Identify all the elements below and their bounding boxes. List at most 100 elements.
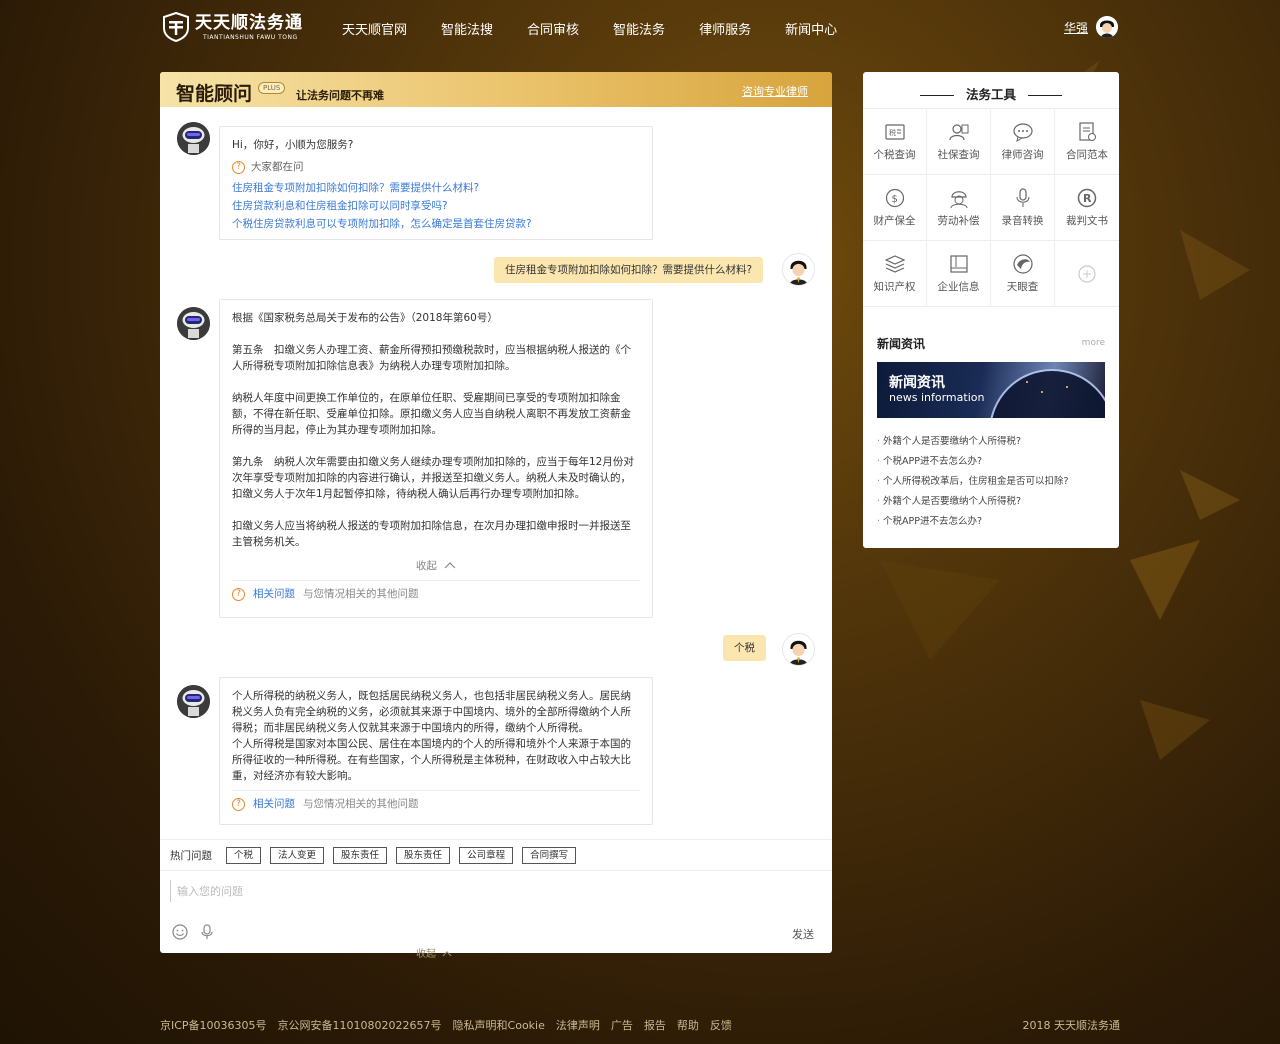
footer-link[interactable]: 法律声明 — [556, 1017, 600, 1033]
hot-questions-bar: 热门问题 个税 法人变更 股东责任 股东责任 公司章程 合同撰写 — [160, 839, 832, 871]
tax-icon: 税 — [884, 124, 905, 140]
top-header: 天天顺法务通 TIANTIANSHUN FAWU TONG 天天顺官网 智能法搜… — [0, 0, 1280, 56]
question-icon: ? — [232, 587, 245, 601]
tool-property-preservation[interactable]: $ 财产保全 — [863, 175, 927, 241]
hot-tag[interactable]: 法人变更 — [270, 846, 325, 864]
chevron-up-icon — [442, 951, 452, 957]
layers-icon — [884, 255, 905, 273]
tool-label: 劳动补偿 — [937, 215, 980, 227]
suggested-question[interactable]: 住房租金专项附加扣除如何扣除？需要提供什么材料? — [232, 179, 640, 197]
collapse-label: 收起 — [416, 949, 436, 960]
chat-header: 智能顾问 PLUS 让法务问题不再难 咨询专业律师 — [160, 72, 832, 107]
related-desc: 与您情况相关的其他问题 — [303, 798, 419, 810]
hot-tag[interactable]: 个税 — [226, 846, 262, 864]
hot-tag[interactable]: 公司章程 — [459, 846, 514, 864]
footer-link[interactable]: 反馈 — [710, 1017, 732, 1033]
send-button[interactable]: 发送 — [792, 926, 814, 942]
related-desc: 与您情况相关的其他问题 — [303, 588, 419, 600]
nav-contract-review[interactable]: 合同审核 — [527, 19, 579, 38]
tool-contract-template[interactable]: 合同范本 — [1055, 109, 1119, 175]
logo-name: 天天顺法务通 — [195, 12, 303, 33]
site-logo[interactable]: 天天顺法务通 TIANTIANSHUN FAWU TONG — [163, 12, 303, 42]
news-banner[interactable]: 新闻资讯 news information — [877, 362, 1105, 418]
suggested-question[interactable]: 住房贷款利息和住房租金扣除可以同时享受吗? — [232, 197, 640, 215]
tool-ip[interactable]: 知识产权 — [863, 241, 927, 307]
answer-paragraph: 第九条 纳税人次年需要由扣缴义务人继续办理专项附加扣除的，应当于每年12月份对次… — [232, 456, 634, 500]
answer-paragraph: 纳税人年度中间更换工作单位的，在原单位任职、受雇期间已享受的专项附加扣除金额，不… — [232, 392, 631, 436]
user-name-link[interactable]: 华强 — [1064, 19, 1088, 36]
tool-label: 律师咨询 — [1001, 149, 1044, 161]
footer-link[interactable]: 京ICP备10036305号 — [160, 1017, 267, 1033]
user-chat-avatar — [782, 633, 815, 666]
hot-tag[interactable]: 合同撰写 — [522, 846, 577, 864]
avatar[interactable] — [1096, 16, 1118, 38]
tool-label: 录音转换 — [1001, 215, 1044, 227]
tools-title: 法务工具 — [863, 84, 1119, 103]
footer-link[interactable]: 报告 — [644, 1017, 666, 1033]
answer-paragraph: 个人所得税的纳税义务人，既包括居民纳税义务人，也包括非居民纳税义务人。居民纳税义… — [232, 690, 631, 734]
news-item[interactable]: 个人所得税改革后，住房租金是否可以扣除? — [877, 472, 1107, 492]
user-menu[interactable]: 华强 — [1064, 16, 1118, 38]
tool-label: 天眼查 — [1006, 281, 1039, 293]
robot-icon — [177, 122, 210, 155]
question-icon: ? — [232, 797, 245, 811]
tool-labor-compensation[interactable]: 劳动补偿 — [927, 175, 991, 241]
footer-link[interactable]: 隐私声明和Cookie — [453, 1017, 545, 1033]
tool-label: 财产保全 — [873, 215, 916, 227]
nav-lawyer-service[interactable]: 律师服务 — [699, 19, 751, 38]
footer-link[interactable]: 京公网安备11010802022657号 — [278, 1017, 442, 1033]
tool-lawyer-consult[interactable]: 律师咨询 — [991, 109, 1055, 175]
consult-lawyer-link[interactable]: 咨询专业律师 — [742, 83, 808, 99]
footer-link[interactable]: 帮助 — [677, 1017, 699, 1033]
nav-official-site[interactable]: 天天顺官网 — [342, 19, 407, 38]
suggested-question[interactable]: 个税住房贷款利息可以专项附加扣除，怎么确定是首套住房贷款? — [232, 215, 640, 233]
tool-label: 知识产权 — [873, 281, 916, 293]
tool-social-security[interactable]: 社保查询 — [927, 109, 991, 175]
related-questions-row: ? 相关问题 与您情况相关的其他问题 — [232, 580, 640, 602]
related-questions-row: ? 相关问题 与您情况相关的其他问题 — [232, 790, 640, 812]
news-item[interactable]: 个税APP进不去怎么办? — [877, 512, 1107, 532]
nav-smart-search[interactable]: 智能法搜 — [441, 19, 493, 38]
outer-collapse-button[interactable]: 收起 — [416, 945, 452, 960]
add-icon — [1078, 264, 1096, 283]
news-more-link[interactable]: more — [1082, 338, 1105, 348]
news-item[interactable]: 个税APP进不去怎么办? — [877, 452, 1107, 472]
svg-text:$: $ — [891, 194, 897, 205]
user-chat-avatar — [782, 253, 815, 286]
user-message: 个税 — [723, 635, 766, 661]
hot-tag[interactable]: 股东责任 — [333, 846, 388, 864]
news-item[interactable]: 外籍个人是否要缴纳个人所得税? — [877, 492, 1107, 512]
message-list[interactable]: Hi，你好，小顺为您服务? ? 大家都在问 住房租金专项附加扣除如何扣除？需要提… — [160, 107, 832, 837]
related-questions-link[interactable]: 相关问题 — [253, 796, 295, 812]
question-input[interactable] — [170, 880, 810, 902]
user-avatar-icon — [783, 634, 814, 665]
tool-judgment-docs[interactable]: R 裁判文书 — [1055, 175, 1119, 241]
nav-news-center[interactable]: 新闻中心 — [785, 19, 837, 38]
tool-audio-transcribe[interactable]: 录音转换 — [991, 175, 1055, 241]
collapse-button[interactable]: 收起 — [232, 558, 640, 574]
user-avatar-icon — [1096, 16, 1118, 38]
related-questions-link[interactable]: 相关问题 — [253, 586, 295, 602]
bot-answer-message: 根据《国家税务总局关于发布的公告》（2018年第60号） 第五条 扣缴义务人办理… — [219, 299, 653, 618]
news-item[interactable]: 外籍个人是否要缴纳个人所得税? — [877, 432, 1107, 452]
money-icon: $ — [885, 188, 904, 208]
answer-paragraph: 扣缴义务人应当将纳税人报送的专项附加扣除信息，在次月办理扣缴申报时一并报送至主管… — [232, 520, 631, 548]
tool-company-info[interactable]: 企业信息 — [927, 241, 991, 307]
tool-label: 社保查询 — [937, 149, 980, 161]
bot-avatar — [177, 307, 210, 340]
footer-links: 京ICP备10036305号 京公网安备11010802022657号 隐私声明… — [160, 1017, 1120, 1033]
emoji-icon[interactable] — [172, 924, 188, 940]
tools-grid: 税 个税查询 社保查询 律师咨询 合同范本 $ 财产保全 劳动补偿 录音转换 R — [863, 108, 1119, 307]
hot-tag[interactable]: 股东责任 — [396, 846, 451, 864]
tool-tianyancha[interactable]: 天眼查 — [991, 241, 1055, 307]
asking-label: 大家都在问 — [251, 161, 304, 173]
microphone-icon[interactable] — [200, 924, 214, 940]
user-avatar-icon — [783, 254, 814, 285]
svg-text:R: R — [1083, 192, 1092, 205]
tool-tax-query[interactable]: 税 个税查询 — [863, 109, 927, 175]
tool-add-more[interactable] — [1055, 241, 1119, 307]
footer-link[interactable]: 广告 — [611, 1017, 633, 1033]
nav-smart-legal[interactable]: 智能法务 — [613, 19, 665, 38]
hot-questions-label: 热门问题 — [170, 849, 212, 862]
answer-paragraph: 第五条 扣缴义务人办理工资、薪金所得预扣预缴税款时，应当根据纳税人报送的《个人所… — [232, 344, 631, 372]
